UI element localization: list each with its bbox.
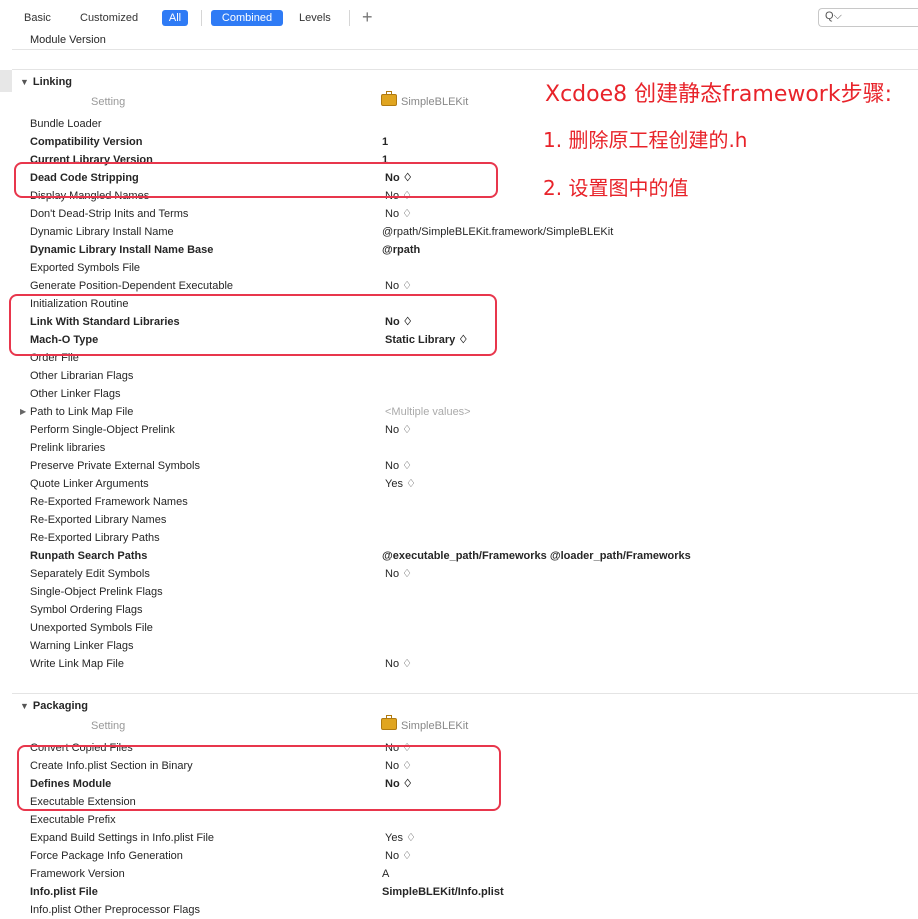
search-icon[interactable]: Q⌵ — [825, 10, 842, 23]
setting-other-librarian-flags[interactable]: Other Librarian Flags — [30, 367, 133, 385]
setting-dynamic-library-install-name[interactable]: Dynamic Library Install Name — [30, 223, 174, 241]
value-expand-build-settings-in-info-plist-file[interactable]: Yes ♢ — [385, 829, 416, 847]
target-name: SimpleBLEKit — [401, 720, 469, 732]
value-write-link-map-file[interactable]: No ♢ — [385, 655, 412, 673]
setting-prelink-libraries[interactable]: Prelink libraries — [30, 439, 105, 457]
all-filter-button[interactable]: All — [162, 10, 188, 26]
divider — [12, 49, 918, 50]
highlight-box-dead-code — [14, 162, 498, 198]
setting-preserve-private-external-symbols[interactable]: Preserve Private External Symbols — [30, 457, 200, 475]
setting-force-package-info-generation[interactable]: Force Package Info Generation — [30, 847, 183, 865]
linking-section-title: Linking — [32, 76, 73, 88]
toolbar-divider-2 — [349, 10, 350, 26]
gutter-marker — [0, 70, 12, 92]
linking-section-header[interactable]: ▼ Linking — [20, 73, 72, 91]
disclosure-triangle-icon[interactable]: ▼ — [20, 73, 29, 91]
setting-framework-version[interactable]: Framework Version — [30, 865, 125, 883]
value-dynamic-library-install-name-base[interactable]: @rpath — [382, 241, 420, 259]
setting-compatibility-version[interactable]: Compatibility Version — [30, 133, 142, 151]
setting-unexported-symbols-file[interactable]: Unexported Symbols File — [30, 619, 153, 637]
setting-re-exported-library-names[interactable]: Re-Exported Library Names — [30, 511, 166, 529]
search-input[interactable]: Q⌵ — [818, 8, 918, 27]
setting-separately-edit-symbols[interactable]: Separately Edit Symbols — [30, 565, 150, 583]
value-don-t-dead-strip-inits-and-terms[interactable]: No ♢ — [385, 205, 412, 223]
highlight-box-packaging — [17, 745, 501, 811]
filter-toolbar: Basic Customized All Combined Levels + Q… — [0, 0, 918, 34]
setting-bundle-loader[interactable]: Bundle Loader — [30, 115, 102, 133]
value-perform-single-object-prelink[interactable]: No ♢ — [385, 421, 412, 439]
basic-filter-button[interactable]: Basic — [24, 10, 51, 26]
levels-view-button[interactable]: Levels — [299, 10, 331, 26]
setting-runpath-search-paths[interactable]: Runpath Search Paths — [30, 547, 147, 565]
setting-single-object-prelink-flags[interactable]: Single-Object Prelink Flags — [30, 583, 163, 601]
combined-view-button[interactable]: Combined — [211, 10, 283, 26]
setting-column-header[interactable]: Setting — [91, 93, 125, 111]
left-gutter — [0, 34, 12, 913]
value-force-package-info-generation[interactable]: No ♢ — [385, 847, 412, 865]
setting-symbol-ordering-flags[interactable]: Symbol Ordering Flags — [30, 601, 143, 619]
target-name: SimpleBLEKit — [401, 96, 469, 108]
setting-column-header[interactable]: Setting — [91, 717, 125, 735]
value-quote-linker-arguments[interactable]: Yes ♢ — [385, 475, 416, 493]
setting-other-linker-flags[interactable]: Other Linker Flags — [30, 385, 120, 403]
highlight-box-mach-o — [9, 294, 497, 356]
section-divider — [12, 693, 918, 694]
setting-expand-build-settings-in-info-plist-file[interactable]: Expand Build Settings in Info.plist File — [30, 829, 214, 847]
target-column-header[interactable]: SimpleBLEKit — [381, 715, 469, 735]
setting-info-plist-file[interactable]: Info.plist File — [30, 883, 98, 901]
setting-quote-linker-arguments[interactable]: Quote Linker Arguments — [30, 475, 149, 493]
setting-path-to-link-map-file[interactable]: Path to Link Map File — [30, 403, 133, 421]
annotation-step-1: 1. 删除原工程创建的.h — [543, 128, 748, 152]
module-version-row[interactable]: Module Version — [30, 31, 106, 49]
disclosure-triangle-icon[interactable]: ▼ — [20, 697, 29, 715]
section-divider — [12, 69, 918, 70]
annotation-step-2: 2. 设置图中的值 — [543, 176, 689, 200]
toolbox-icon — [381, 91, 397, 106]
setting-perform-single-object-prelink[interactable]: Perform Single-Object Prelink — [30, 421, 175, 439]
value-compatibility-version[interactable]: 1 — [382, 133, 388, 151]
value-dynamic-library-install-name[interactable]: @rpath/SimpleBLEKit.framework/SimpleBLEK… — [382, 223, 613, 241]
setting-info-plist-other-preprocessor-flags[interactable]: Info.plist Other Preprocessor Flags — [30, 901, 200, 919]
setting-warning-linker-flags[interactable]: Warning Linker Flags — [30, 637, 134, 655]
setting-executable-prefix[interactable]: Executable Prefix — [30, 811, 116, 829]
setting-re-exported-framework-names[interactable]: Re-Exported Framework Names — [30, 493, 188, 511]
value-preserve-private-external-symbols[interactable]: No ♢ — [385, 457, 412, 475]
value-separately-edit-symbols[interactable]: No ♢ — [385, 565, 412, 583]
setting-dynamic-library-install-name-base[interactable]: Dynamic Library Install Name Base — [30, 241, 213, 259]
setting-re-exported-library-paths[interactable]: Re-Exported Library Paths — [30, 529, 160, 547]
add-setting-button[interactable]: + — [362, 7, 373, 27]
setting-write-link-map-file[interactable]: Write Link Map File — [30, 655, 124, 673]
customized-filter-button[interactable]: Customized — [80, 10, 138, 26]
toolbar-divider — [201, 10, 202, 26]
toolbox-icon — [381, 715, 397, 730]
target-column-header[interactable]: SimpleBLEKit — [381, 91, 469, 111]
value-runpath-search-paths[interactable]: @executable_path/Frameworks @loader_path… — [382, 547, 691, 565]
packaging-section-title: Packaging — [32, 700, 88, 712]
value-info-plist-file[interactable]: SimpleBLEKit/Info.plist — [382, 883, 504, 901]
packaging-section-header[interactable]: ▼ Packaging — [20, 697, 88, 715]
setting-exported-symbols-file[interactable]: Exported Symbols File — [30, 259, 140, 277]
disclosure-triangle-icon[interactable]: ▶ — [20, 407, 26, 416]
value-path-to-link-map-file[interactable]: <Multiple values> — [385, 403, 471, 421]
value-framework-version[interactable]: A — [382, 865, 389, 883]
setting-generate-position-dependent-executable[interactable]: Generate Position-Dependent Executable — [30, 277, 233, 295]
annotation-title: Xcdoe8 创建静态framework步骤: — [545, 82, 893, 107]
setting-don-t-dead-strip-inits-and-terms[interactable]: Don't Dead-Strip Inits and Terms — [30, 205, 188, 223]
value-generate-position-dependent-executable[interactable]: No ♢ — [385, 277, 412, 295]
